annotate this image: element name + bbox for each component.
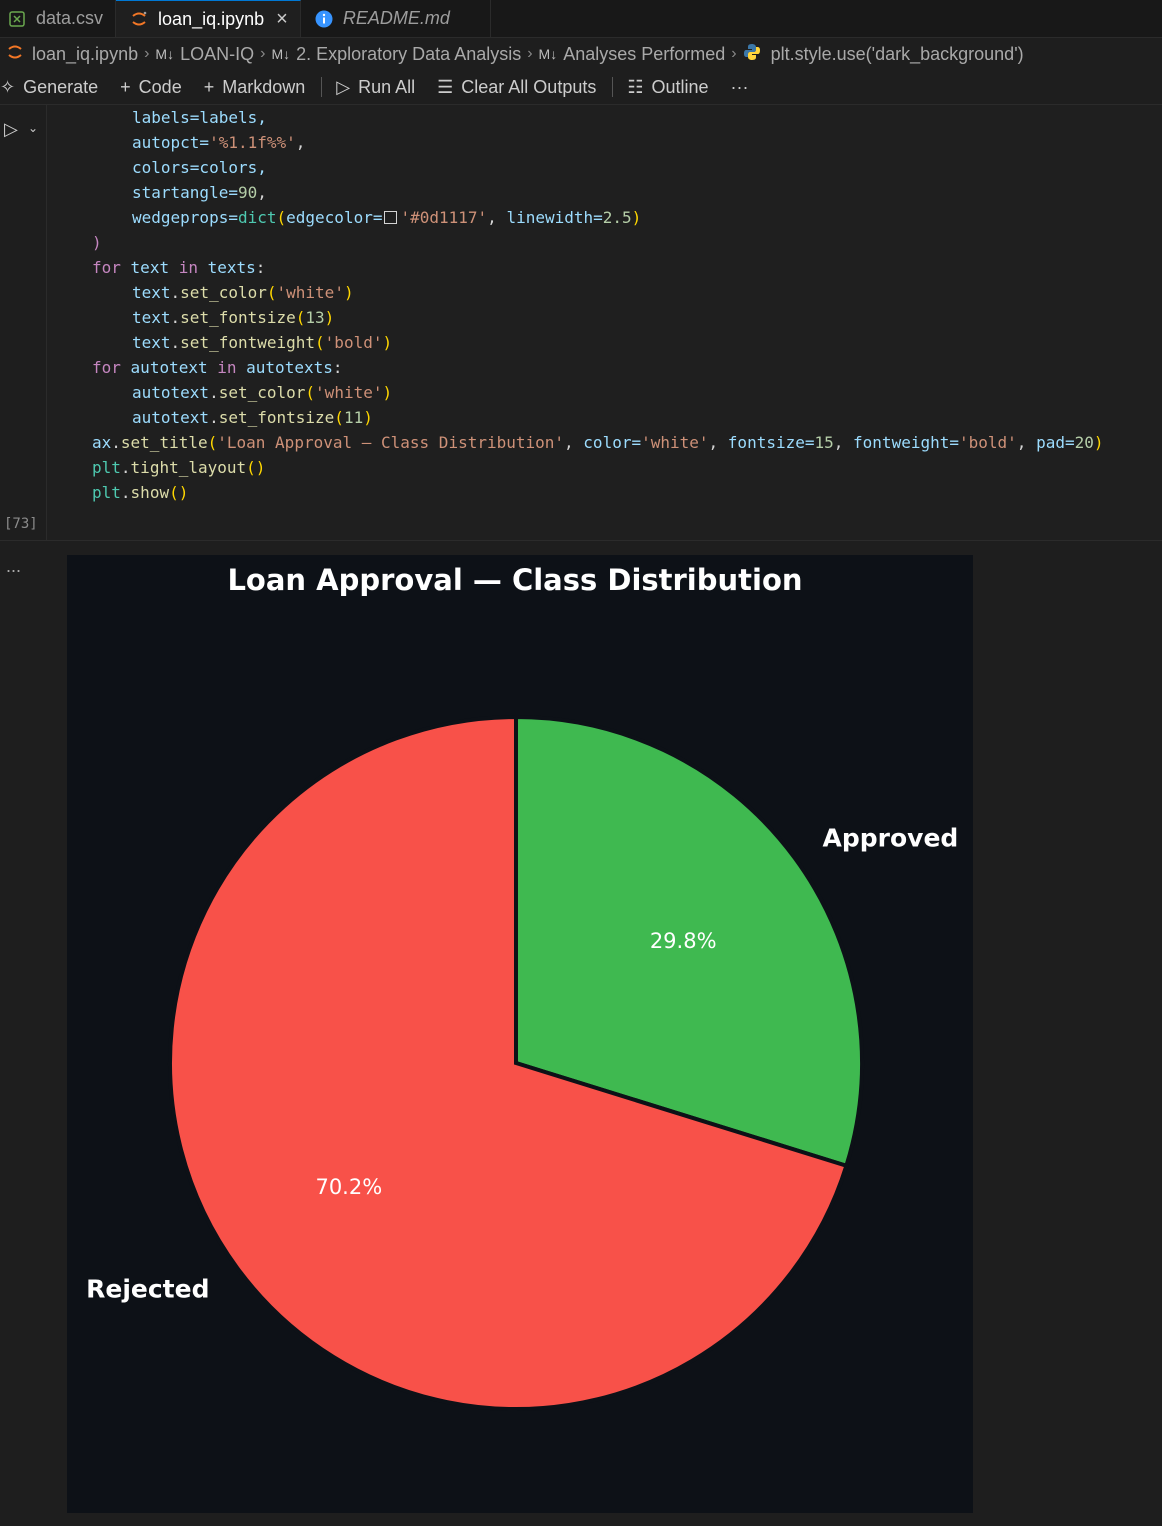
- python-icon: [743, 43, 761, 66]
- clear-all-outputs-button[interactable]: ☰ Clear All Outputs: [437, 77, 596, 98]
- code-cell-editor[interactable]: labels=labels, autopct='%1.1f%%', colors…: [46, 105, 1162, 540]
- code-line: for autotext in autotexts:: [92, 358, 343, 377]
- tab-label: README.md: [342, 8, 450, 28]
- notebook-toolbar: ✧ Generate + Code + Markdown ▷ Run All ☰ Clea…: [0, 70, 1162, 105]
- run-all-icon: ▷: [336, 76, 351, 97]
- run-cell-icon[interactable]: ▷: [4, 119, 18, 140]
- chevron-right-icon: ›: [144, 45, 150, 62]
- slice-percent-approved: 29.8%: [650, 929, 717, 953]
- code-line: colors=colors,: [132, 158, 267, 177]
- plus-icon: +: [120, 76, 131, 97]
- code-line: text.set_fontsize(13): [132, 308, 335, 327]
- tab-data-csv[interactable]: data.csv: [0, 0, 117, 37]
- close-tab-icon[interactable]: ×: [276, 8, 288, 31]
- add-markdown-cell-button[interactable]: + Markdown: [204, 77, 306, 98]
- breadcrumb-item[interactable]: M↓ LOAN-IQ: [155, 44, 254, 65]
- breadcrumb-file[interactable]: loan_iq.ipynb: [6, 43, 138, 66]
- chevron-right-icon: ›: [731, 45, 737, 62]
- info-icon: [315, 10, 333, 28]
- code-line: plt.show(): [92, 483, 189, 502]
- editor-tab-bar: data.csv loan_iq.ipynb × README.md: [0, 0, 1162, 38]
- markdown-icon: M↓: [271, 46, 291, 62]
- list-icon: ☷: [627, 76, 644, 97]
- chevron-down-icon[interactable]: ⌄: [28, 121, 38, 135]
- cell-gutter: ▷ ⌄: [0, 105, 46, 540]
- pie-chart: Loan Approval — Class Distribution Appro…: [86, 563, 959, 1411]
- run-all-button[interactable]: ▷ Run All: [336, 77, 415, 98]
- cell-divider: [0, 540, 1162, 541]
- code-line: autotext.set_color('white'): [132, 383, 393, 402]
- markdown-icon: M↓: [155, 46, 175, 62]
- code-line: for text in texts:: [92, 258, 266, 277]
- code-line: autotext.set_fontsize(11): [132, 408, 373, 427]
- tab-label: loan_iq.ipynb: [158, 8, 265, 29]
- code-line: plt.tight_layout(): [92, 458, 266, 477]
- slice-label-approved: Approved: [823, 823, 959, 852]
- chevron-right-icon: ›: [260, 45, 266, 62]
- outline-button[interactable]: ☷ Outline: [627, 77, 708, 98]
- toolbar-divider: [612, 77, 614, 97]
- breadcrumb-item[interactable]: M↓ Analyses Performed: [539, 44, 726, 65]
- plus-icon: +: [203, 76, 215, 97]
- code-line: ): [92, 233, 102, 252]
- add-code-cell-button[interactable]: + Code: [120, 77, 182, 98]
- jupyter-icon: [130, 10, 148, 28]
- execution-count: [73]: [4, 516, 38, 532]
- chart-output: Loan Approval — Class Distribution Appro…: [67, 555, 973, 1513]
- tab-label: data.csv: [36, 8, 104, 28]
- slice-percent-rejected: 70.2%: [315, 1175, 382, 1199]
- code-line: labels=labels,: [132, 108, 267, 127]
- clear-outputs-icon: ☰: [437, 76, 454, 97]
- code-line: autopct='%1.1f%%',: [132, 133, 306, 152]
- csv-file-icon: [8, 10, 26, 28]
- code-line: text.set_fontweight('bold'): [132, 333, 393, 352]
- toolbar-divider: [321, 77, 323, 97]
- code-line: ax.set_title('Loan Approval — Class Dist…: [92, 433, 1104, 452]
- slice-label-rejected: Rejected: [86, 1275, 209, 1304]
- breadcrumb-item[interactable]: plt.style.use('dark_background'): [743, 43, 1024, 66]
- code-line: startangle=90,: [132, 183, 267, 202]
- output-menu-button[interactable]: ...: [6, 556, 21, 577]
- jupyter-icon: [6, 43, 24, 66]
- breadcrumb: loan_iq.ipynb › M↓ LOAN-IQ › M↓ 2. Explora…: [0, 38, 1162, 70]
- color-swatch[interactable]: [384, 211, 398, 224]
- tab-loan-iq-notebook[interactable]: loan_iq.ipynb ×: [116, 0, 301, 37]
- chart-title: Loan Approval — Class Distribution: [227, 563, 802, 597]
- breadcrumb-item[interactable]: M↓ 2. Exploratory Data Analysis: [271, 44, 521, 65]
- sparkle-icon: ✧: [0, 76, 16, 97]
- chevron-right-icon: ›: [527, 45, 533, 62]
- code-line: text.set_color('white'): [132, 283, 354, 302]
- tab-readme[interactable]: README.md: [301, 0, 491, 37]
- more-actions-button[interactable]: ···: [731, 77, 749, 98]
- code-line: wedgeprops=dict(edgecolor= '#0d1117', lin…: [132, 208, 642, 227]
- markdown-icon: M↓: [538, 46, 558, 62]
- generate-button[interactable]: ✧ Generate: [0, 77, 98, 98]
